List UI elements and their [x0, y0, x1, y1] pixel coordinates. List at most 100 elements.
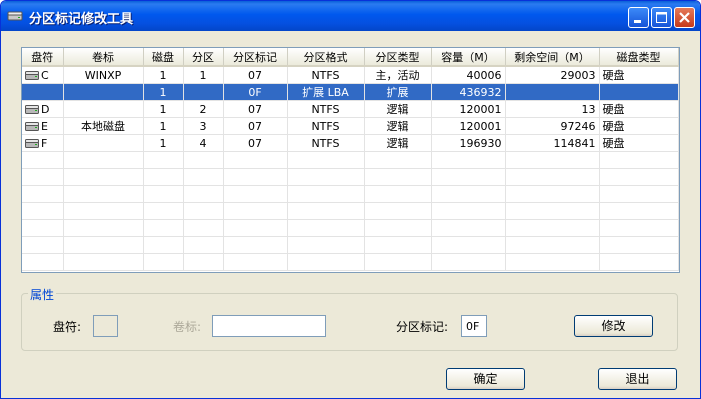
window-title: 分区标记修改工具 — [29, 12, 134, 27]
partition-mark-field[interactable] — [461, 315, 487, 337]
close-button[interactable] — [674, 7, 695, 28]
empty-cell — [287, 236, 365, 254]
column-header[interactable]: 磁盘 — [143, 48, 184, 67]
column-header[interactable]: 分区类型 — [364, 48, 432, 67]
hard-drive-icon — [25, 70, 39, 80]
empty-cell — [287, 202, 365, 220]
volume-label-field[interactable] — [212, 315, 326, 337]
empty-cell — [143, 202, 184, 220]
table-row[interactable]: E 本地磁盘 1 3 07 NTFS 逻辑 120001 97246 硬盘 — [22, 117, 679, 135]
minimize-button[interactable] — [628, 7, 649, 28]
cell-size: 40006 — [431, 66, 506, 84]
table-row[interactable]: 1 0F 扩展 LBA 扩展 436932 — [22, 83, 679, 101]
empty-cell — [22, 151, 64, 169]
column-header[interactable]: 磁盘类型 — [599, 48, 679, 67]
table-row[interactable]: D 1 2 07 NTFS 逻辑 120001 13 硬盘 — [22, 100, 679, 118]
minimize-icon — [634, 20, 641, 23]
column-header[interactable]: 分区格式 — [287, 48, 365, 67]
empty-cell — [183, 185, 224, 203]
cell-mark: 07 — [223, 66, 288, 84]
empty-cell — [143, 151, 184, 169]
cell-drive: D — [22, 100, 64, 118]
cell-drive — [22, 83, 64, 101]
empty-cell — [599, 202, 679, 220]
cell-dtype — [599, 83, 679, 101]
cell-part: 2 — [183, 100, 224, 118]
empty-cell — [223, 253, 288, 271]
cell-disk: 1 — [143, 134, 184, 152]
exit-button[interactable]: 退出 — [598, 368, 677, 390]
ok-button[interactable]: 确定 — [446, 368, 525, 390]
cell-type: 扩展 — [364, 83, 432, 101]
volume-label-label: 卷标: — [173, 320, 202, 334]
maximize-button[interactable] — [651, 7, 672, 28]
cell-fmt: 扩展 LBA — [287, 83, 365, 101]
empty-cell — [143, 253, 184, 271]
empty-cell — [364, 185, 432, 203]
empty-cell — [287, 151, 365, 169]
cell-part: 1 — [183, 66, 224, 84]
empty-cell — [223, 185, 288, 203]
empty-cell — [183, 168, 224, 186]
empty-cell — [599, 219, 679, 237]
cell-size: 196930 — [431, 134, 506, 152]
properties-legend: 属性 — [28, 286, 57, 303]
title-bar[interactable]: 分区标记修改工具 — [1, 1, 700, 31]
cell-size: 436932 — [431, 83, 506, 101]
cell-dtype: 硬盘 — [599, 134, 679, 152]
column-header[interactable]: 分区 — [183, 48, 224, 67]
drive-letter-field[interactable] — [93, 315, 118, 337]
empty-cell — [287, 219, 365, 237]
cell-free: 114841 — [505, 134, 600, 152]
cell-type: 主，活动 — [364, 66, 432, 84]
empty-cell — [63, 151, 144, 169]
empty-cell — [287, 253, 365, 271]
partition-list[interactable]: 盘符 卷标 磁盘 分区 分区标记 分区格式 分区类型 容量（M） 剩余空间（M） 磁盘类型 C WI… — [21, 47, 680, 273]
empty-cell — [143, 236, 184, 254]
empty-cell — [143, 168, 184, 186]
empty-cell — [431, 253, 506, 271]
cell-label — [63, 83, 144, 101]
empty-cell — [223, 236, 288, 254]
empty-cell — [599, 185, 679, 203]
empty-cell — [287, 185, 365, 203]
empty-cell — [223, 219, 288, 237]
drive-letter: D — [41, 102, 50, 116]
column-header[interactable]: 盘符 — [22, 48, 64, 67]
cell-disk: 1 — [143, 100, 184, 118]
empty-row — [22, 168, 679, 186]
cell-mark: 07 — [223, 100, 288, 118]
empty-row — [22, 202, 679, 220]
empty-cell — [22, 202, 64, 220]
hard-drive-icon — [25, 138, 39, 148]
cell-mark: 07 — [223, 134, 288, 152]
empty-cell — [364, 219, 432, 237]
column-header[interactable]: 分区标记 — [223, 48, 288, 67]
cell-part: 4 — [183, 134, 224, 152]
cell-part: 3 — [183, 117, 224, 135]
table-header: 盘符 卷标 磁盘 分区 分区标记 分区格式 分区类型 容量（M） 剩余空间（M） 磁盘类型 — [22, 48, 679, 67]
empty-cell — [431, 236, 506, 254]
table-row[interactable]: F 1 4 07 NTFS 逻辑 196930 114841 硬盘 — [22, 134, 679, 152]
cell-mark: 07 — [223, 117, 288, 135]
empty-cell — [505, 168, 600, 186]
empty-cell — [431, 151, 506, 169]
empty-cell — [599, 168, 679, 186]
empty-cell — [22, 253, 64, 271]
column-header[interactable]: 卷标 — [63, 48, 144, 67]
empty-cell — [599, 253, 679, 271]
cell-type: 逻辑 — [364, 117, 432, 135]
modify-button[interactable]: 修改 — [574, 315, 653, 337]
empty-cell — [183, 236, 224, 254]
empty-row — [22, 253, 679, 271]
main-window: 分区标记修改工具 盘符 卷标 磁盘 分区 分区标记 分区格式 分区类型 容量（M） 剩余空间（M… — [0, 0, 701, 399]
cell-type: 逻辑 — [364, 100, 432, 118]
column-header[interactable]: 剩余空间（M） — [505, 48, 600, 67]
empty-cell — [431, 202, 506, 220]
hard-drive-icon — [7, 11, 23, 21]
table-row[interactable]: C WINXP 1 1 07 NTFS 主，活动 40006 29003 硬盘 — [22, 66, 679, 84]
cell-dtype: 硬盘 — [599, 117, 679, 135]
column-header[interactable]: 容量（M） — [431, 48, 506, 67]
cell-label — [63, 100, 144, 118]
empty-cell — [505, 151, 600, 169]
